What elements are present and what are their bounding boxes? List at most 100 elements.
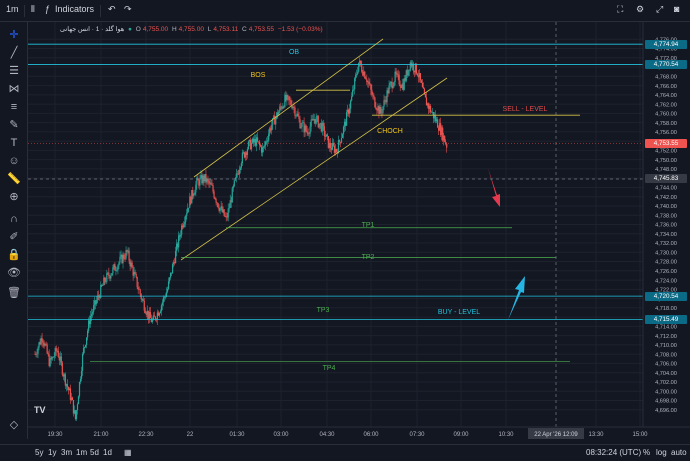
candle-body [342,126,345,135]
candle-body [112,267,114,274]
expand-icon[interactable]: ⤢ [656,4,663,15]
candle-body [419,73,422,81]
trash-icon[interactable]: 🗑 [6,286,22,300]
candle-body [184,221,186,225]
candle-body [308,133,310,135]
choch-label: CHOCH [377,128,403,135]
candle-body [369,83,371,85]
auto-toggle[interactable]: auto [671,448,687,457]
bottom-toolbar: 5y 1y 3m 1m 5d 1d ▦ 08:32:24 (UTC) % log… [0,444,690,461]
price-axis[interactable]: 4,776.004,774.004,772.004,770.004,768.00… [642,22,690,427]
log-toggle[interactable]: log [656,448,667,457]
candle-body [162,297,165,303]
candle-body [247,141,250,150]
candle-body [110,275,112,279]
price-tick-label: 4,728.00 [655,260,677,266]
range-3m[interactable]: 3m [61,448,72,457]
price-chart[interactable]: OB BOS CHOCH SELL - LEVEL BUY - LEVEL TP1 TP2 T… [0,0,690,461]
range-5y[interactable]: 5y [35,448,43,457]
candle-body [326,134,328,137]
fullscreen-icon[interactable]: ⛶ [617,4,623,15]
candle-body [424,94,427,98]
indicators-button[interactable]: Indicators [55,4,94,14]
price-tick-label: 4,762.00 [655,102,677,108]
zoom-icon[interactable]: ⊕ [6,190,22,204]
candle-body [399,84,401,87]
symbol-name[interactable]: هوا گلد · 1 · انس جهانی [60,26,124,33]
candle-body [268,133,270,141]
undo-icon[interactable]: ↶ [108,4,116,15]
candle-body [210,182,212,185]
candle-body [259,145,262,147]
candle-body [168,277,171,282]
candle-body [77,396,80,405]
eye-icon[interactable]: 👁 [6,266,22,280]
magnet-icon[interactable]: ∩ [6,212,22,226]
fib-retracement-icon[interactable]: ≡ [6,100,22,114]
candle-body [383,100,385,107]
candle-body [151,319,153,323]
time-axis[interactable]: 19:30 21:00 22:30 22 01:30 03:00 04:30 06:00 07:… [28,426,690,439]
candle-body [407,69,409,76]
text-icon[interactable]: T [6,136,22,150]
toolbar-divider [24,5,25,17]
price-tick-label: 4,768.00 [655,75,677,81]
time-tick-label: 01:30 [229,432,245,438]
candle-body [134,272,136,275]
range-1y[interactable]: 1y [48,448,56,457]
candle-body [82,348,85,354]
lock-icon[interactable]: 🔒 [6,248,22,262]
price-tick-label: 4,764.00 [655,93,677,99]
trendline-icon[interactable]: ╱ [6,46,22,60]
price-tick-label: 4,750.00 [655,158,677,164]
candle-body [118,262,120,266]
calendar-icon[interactable]: ▦ [124,448,132,457]
candle-body [111,273,113,276]
candle-body [446,143,448,148]
candle-body [381,113,383,114]
crosshair-icon[interactable]: ✛ [6,28,22,42]
compare-icon[interactable]: ⫴ [31,4,35,15]
tp2-label: TP2 [362,254,375,261]
close-value: 4,753.55 [248,26,275,33]
settings-icon[interactable]: ⚙ [636,4,644,15]
range-5d[interactable]: 5d [90,448,99,457]
price-tick-label: 4,706.00 [655,362,677,368]
price-tick-label: 4,724.00 [655,278,677,284]
candle-body [93,305,95,312]
horizontal-lines-icon[interactable]: ☰ [6,64,22,78]
candle-body [212,185,214,192]
indicators-icon[interactable]: ƒ [45,4,50,14]
candle-body [81,353,84,371]
pitchfork-icon[interactable]: ⋈ [6,82,22,96]
clock-readout[interactable]: 08:32:24 (UTC) [586,448,641,457]
emoji-icon[interactable]: ☺ [6,154,22,168]
range-1m[interactable]: 1m [76,448,87,457]
candle-body [371,89,373,95]
brush-icon[interactable]: ✎ [6,118,22,132]
candle-body [131,262,133,268]
lock-drawing-icon[interactable]: ✐ [6,230,22,244]
candle-body [96,300,98,304]
tradingview-logo[interactable]: TV [34,405,46,415]
candle-body [398,74,400,85]
candle-body [262,147,264,153]
range-1d[interactable]: 1d [103,448,112,457]
ruler-icon[interactable]: 📏 [6,172,22,186]
percent-toggle[interactable]: % [643,448,650,457]
candle-body [279,106,281,112]
redo-icon[interactable]: ↷ [124,4,132,15]
candle-body [193,194,195,197]
candle-body [75,410,78,420]
price-tick-label: 4,736.00 [655,223,677,229]
tp1-label: TP1 [362,222,375,229]
time-tick-label: 22 [187,432,194,438]
candle-body [420,80,423,83]
candle-body [114,264,116,271]
timeframe-button[interactable]: 1m [6,4,19,14]
collapse-icon[interactable]: ◇ [6,418,22,432]
candle-body [340,137,343,143]
price-tick-label: 4,700.00 [655,389,677,395]
candle-body [235,173,237,178]
camera-icon[interactable]: ◙ [674,4,679,14]
